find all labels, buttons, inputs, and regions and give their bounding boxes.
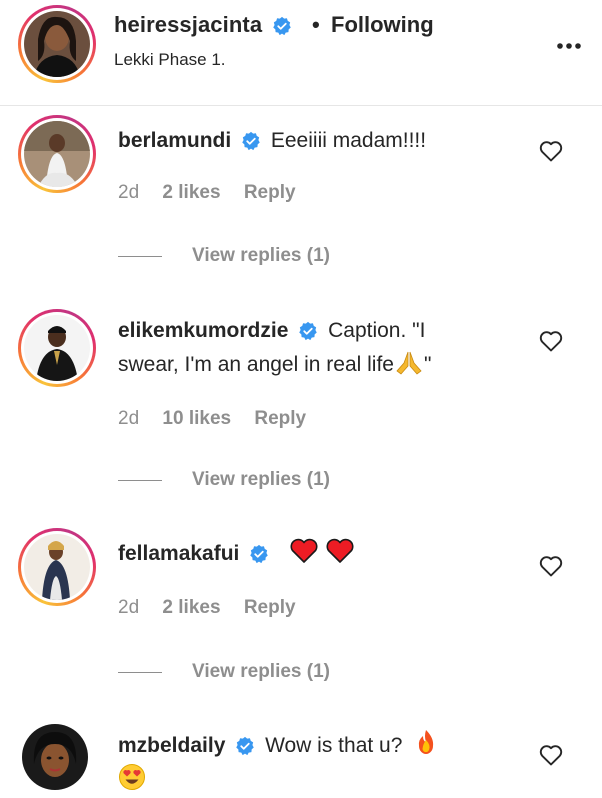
replies-divider (118, 671, 162, 673)
commenter-username[interactable]: mzbeldaily (118, 734, 225, 757)
comment-meta: 2d 2 likes Reply (118, 597, 314, 619)
commenter-avatar[interactable] (18, 528, 96, 606)
comment-item: fellamakafui ❤️❤️ 2d 2 likes Reply View … (0, 525, 602, 705)
view-replies-label: View replies (1) (192, 661, 330, 682)
post-location[interactable]: Lekki Phase 1. (114, 50, 226, 70)
comment-body: elikemkumordzie Caption. "I swear, I'm a… (118, 314, 431, 382)
red-heart-emoji-icon (326, 538, 354, 563)
comment-time: 2d (118, 597, 140, 618)
comment-likes[interactable]: 2 likes (162, 597, 220, 618)
reply-button[interactable]: Reply (244, 182, 296, 203)
comment-item: mzbeldaily Wow is that u? (0, 718, 602, 798)
comment-text-end: " (423, 353, 432, 376)
comment-body: berlamundi Eeeiiii madam!!!! (118, 124, 426, 158)
verified-badge-icon (242, 132, 260, 151)
reply-button[interactable]: Reply (254, 408, 306, 429)
comment-item: berlamundi Eeeiiii madam!!!! 2d 2 likes … (0, 110, 602, 310)
reply-button[interactable]: Reply (244, 597, 296, 618)
comment-meta: 2d 2 likes Reply (118, 182, 314, 204)
post-header: heiressjacinta • Following Lekki Phase 1… (0, 0, 602, 106)
verified-badge-icon (299, 322, 317, 341)
view-replies-button[interactable]: View replies (1) (118, 245, 330, 267)
view-replies-button[interactable]: View replies (1) (118, 661, 330, 683)
comment-text-line2: swear, I'm an angel in real life (118, 353, 394, 376)
commenter-avatar[interactable] (22, 724, 88, 790)
comment-text: Eeeiiii madam!!!! (270, 129, 427, 152)
commenter-username[interactable]: elikemkumordzie (118, 319, 288, 342)
comment-likes[interactable]: 2 likes (162, 182, 220, 203)
separator-dot: • (312, 12, 320, 37)
commenter-avatar[interactable] (18, 309, 96, 387)
commenter-avatar[interactable] (18, 115, 96, 193)
comment-time: 2d (118, 408, 140, 429)
view-replies-button[interactable]: View replies (1) (118, 469, 330, 491)
comment-text: ❤️❤️ (281, 538, 355, 565)
comment-meta: 2d 10 likes Reply (118, 408, 324, 430)
poster-avatar[interactable] (18, 5, 96, 83)
following-button[interactable]: Following (331, 12, 434, 38)
like-heart-icon[interactable] (539, 330, 563, 352)
commenter-username[interactable]: fellamakafui (118, 542, 239, 565)
like-heart-icon[interactable] (539, 744, 563, 766)
comment-text-line1: Caption. "I (328, 319, 426, 342)
comment-body: fellamakafui ❤️❤️ (118, 537, 355, 578)
poster-username[interactable]: heiressjacinta (114, 12, 292, 38)
verified-badge-icon (236, 737, 254, 756)
view-replies-label: View replies (1) (192, 245, 330, 266)
verified-badge-icon (273, 17, 292, 36)
fire-emoji-icon (419, 730, 434, 754)
heart-eyes-emoji-icon (119, 764, 145, 790)
replies-divider (118, 255, 162, 257)
comment-item: elikemkumordzie Caption. "I swear, I'm a… (0, 306, 602, 516)
comment-body: mzbeldaily Wow is that u? (118, 728, 438, 798)
comment-likes[interactable]: 10 likes (162, 408, 231, 429)
comment-text: Wow is that u? (265, 734, 403, 757)
view-replies-label: View replies (1) (192, 469, 330, 490)
red-heart-emoji-icon (290, 538, 318, 563)
folded-hands-emoji-icon (396, 351, 422, 375)
replies-divider (118, 479, 162, 481)
more-options-icon[interactable] (556, 30, 582, 56)
comment-time: 2d (118, 182, 140, 203)
like-heart-icon[interactable] (539, 555, 563, 577)
like-heart-icon[interactable] (539, 140, 563, 162)
commenter-username[interactable]: berlamundi (118, 129, 231, 152)
verified-badge-icon (250, 545, 268, 564)
